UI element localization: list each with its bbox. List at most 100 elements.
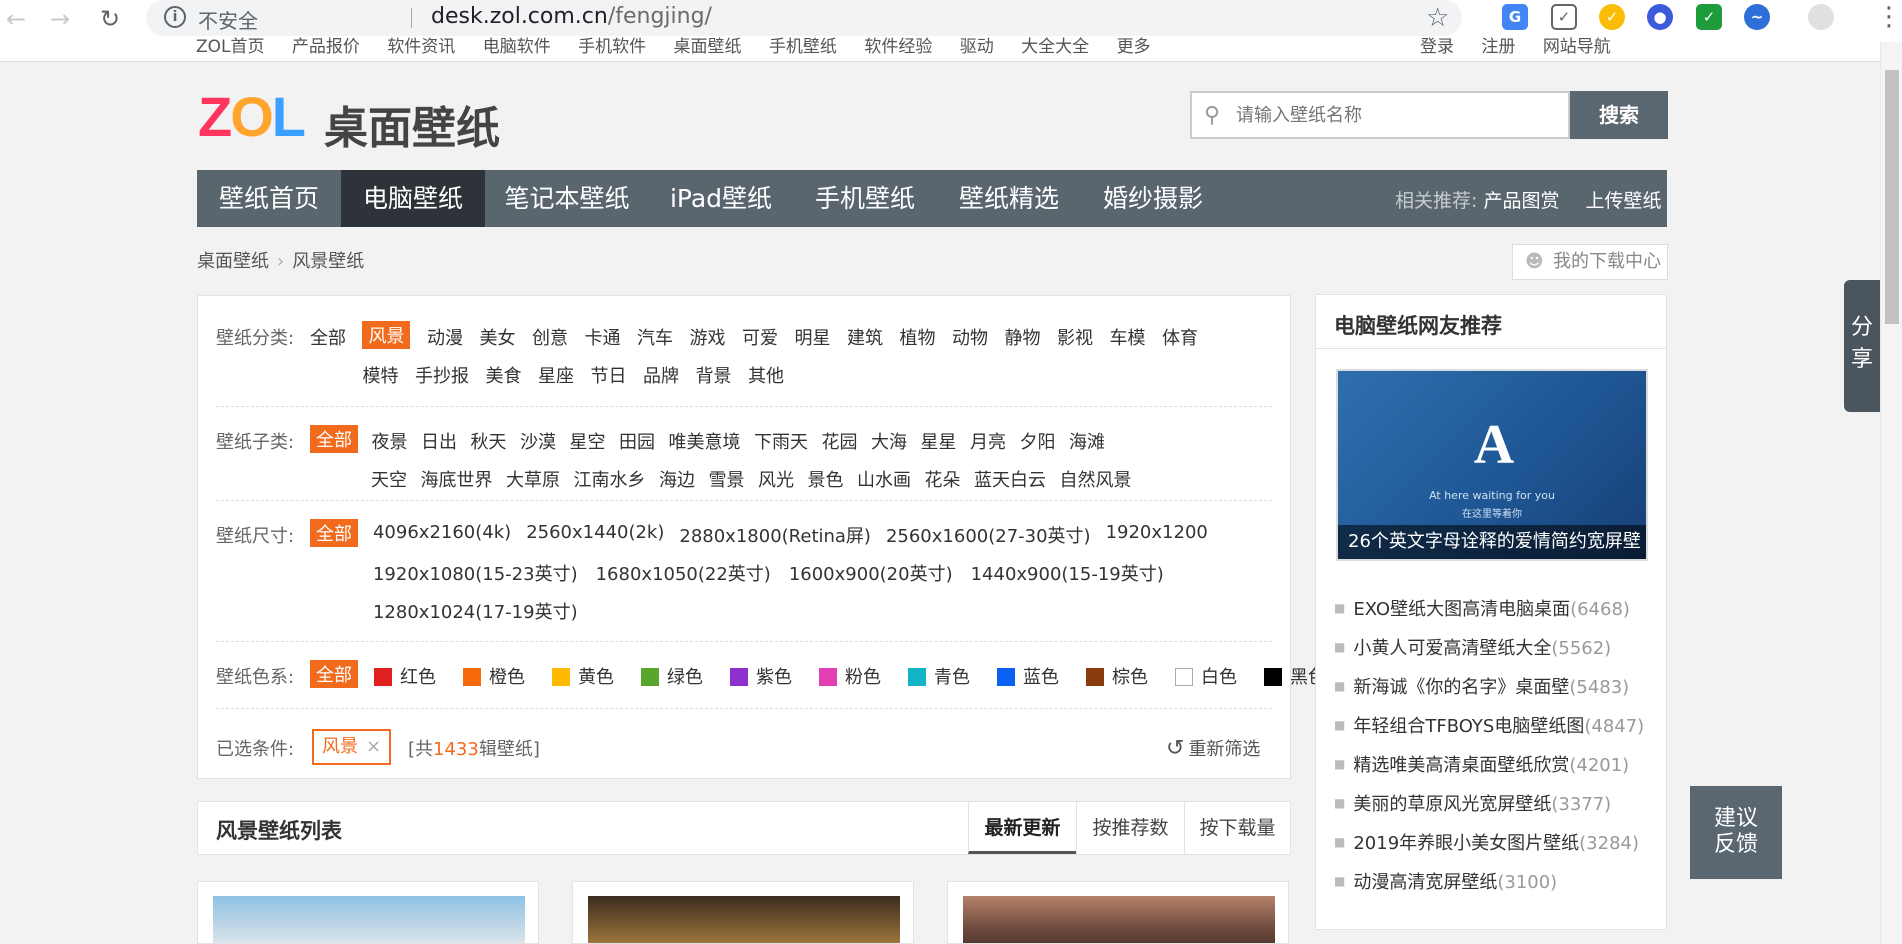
subcategory-option[interactable]: 风光 — [758, 466, 794, 492]
nav-item-ipad[interactable]: iPad壁纸 — [649, 170, 793, 227]
list-item[interactable]: ■ 新海诚《你的名字》桌面壁(5483) — [1334, 673, 1654, 712]
subcategory-option[interactable]: 下雨天 — [754, 428, 808, 454]
close-icon[interactable]: × — [366, 736, 381, 757]
size-option[interactable]: 1280x1024(17-19英寸) — [373, 598, 578, 624]
menu-kebab-icon[interactable]: ⋮ — [1876, 2, 1902, 32]
color-option[interactable]: 黄色 — [551, 663, 614, 689]
subcategory-option[interactable]: 山水画 — [857, 466, 911, 492]
url-text[interactable]: desk.zol.com.cn/fengjing/ — [431, 4, 712, 29]
toplink[interactable]: 软件资讯 — [387, 37, 455, 57]
download-center-button[interactable]: ☻ 我的下载中心 — [1512, 244, 1668, 280]
list-item[interactable]: ■ 2019年养眼小美女图片壁纸(3284) — [1334, 829, 1654, 868]
subcategory-option[interactable]: 大海 — [871, 428, 907, 454]
nav-item-featured[interactable]: 壁纸精选 — [937, 170, 1081, 227]
category-option[interactable]: 模特 — [362, 362, 398, 388]
subcategory-option[interactable]: 自然风景 — [1059, 466, 1131, 492]
wallpaper-card[interactable] — [197, 881, 539, 944]
category-option[interactable]: 车模 — [1109, 324, 1145, 350]
subcategory-option[interactable]: 蓝天白云 — [974, 466, 1046, 492]
subcategory-option[interactable]: 夕阳 — [1019, 428, 1055, 454]
featured-wallpaper[interactable]: A At here waiting for you 在这里等着你 26个英文字母… — [1336, 369, 1648, 561]
color-option-all[interactable]: 全部 — [310, 660, 358, 688]
category-option[interactable]: 建筑 — [847, 324, 883, 350]
nav-item-pc[interactable]: 电脑壁纸 — [341, 170, 485, 227]
subcategory-option[interactable]: 唯美意境 — [668, 428, 740, 454]
list-item[interactable]: ■ 精选唯美高清桌面壁纸欣赏(4201) — [1334, 751, 1654, 790]
tab-recommend[interactable]: 按推荐数 — [1076, 802, 1184, 854]
category-option[interactable]: 体育 — [1162, 324, 1198, 350]
back-arrow-icon[interactable]: ← — [6, 5, 26, 33]
toplink[interactable]: 手机软件 — [578, 37, 646, 57]
category-option[interactable]: 可爱 — [742, 324, 778, 350]
subcategory-option[interactable]: 花朵 — [924, 466, 960, 492]
browser-extension-icon[interactable]: ● — [1647, 4, 1673, 30]
category-option[interactable]: 风景 — [362, 321, 411, 349]
list-item[interactable]: ■ 美丽的草原风光宽屏壁纸(3377) — [1334, 790, 1654, 829]
color-option[interactable]: 紫色 — [729, 663, 792, 689]
page-scrollbar[interactable] — [1880, 42, 1902, 944]
list-item[interactable]: ■ 动漫高清宽屏壁纸(3100) — [1334, 868, 1654, 907]
category-option[interactable]: 汽车 — [637, 324, 673, 350]
subcategory-option[interactable]: 星空 — [569, 428, 605, 454]
scrollbar-thumb[interactable] — [1885, 70, 1899, 324]
size-option[interactable]: 1920x1080(15-23英寸) — [373, 560, 578, 586]
selected-chip[interactable]: 风景 × — [312, 729, 392, 765]
profile-avatar[interactable] — [1808, 4, 1834, 30]
category-option[interactable]: 背景 — [695, 362, 731, 388]
nav-item-wedding[interactable]: 婚纱摄影 — [1081, 170, 1225, 227]
color-option[interactable]: 棕色 — [1085, 663, 1148, 689]
toplink[interactable]: 产品报价 — [292, 37, 360, 57]
site-nav-link[interactable]: 网站导航 — [1543, 37, 1611, 57]
related-link[interactable]: 产品图赏 — [1483, 190, 1559, 212]
category-option[interactable]: 品牌 — [643, 362, 679, 388]
size-option[interactable]: 全部 — [310, 519, 358, 547]
color-option[interactable]: 绿色 — [640, 663, 703, 689]
subcategory-option[interactable]: 沙漠 — [520, 428, 556, 454]
color-option[interactable]: 橙色 — [462, 663, 525, 689]
category-option[interactable]: 动物 — [952, 324, 988, 350]
upload-link[interactable]: 上传壁纸 — [1586, 190, 1662, 212]
breadcrumb-current[interactable]: 风景壁纸 — [292, 251, 364, 272]
share-tab[interactable]: 分享 — [1844, 280, 1880, 412]
wave-extension-icon[interactable]: ~ — [1744, 4, 1770, 30]
category-option[interactable]: 静物 — [1004, 324, 1040, 350]
info-icon[interactable]: i — [164, 6, 186, 28]
wallpaper-thumbnail[interactable] — [963, 896, 1275, 943]
reset-filter-button[interactable]: ↺ 重新筛选 — [1166, 735, 1260, 761]
list-item[interactable]: ■ EXO壁纸大图高清电脑桌面(6468) — [1334, 595, 1654, 634]
featured-caption[interactable]: 26个英文字母诠释的爱情简约宽屏壁 — [1338, 525, 1646, 559]
wallpaper-card[interactable] — [572, 881, 914, 944]
subcategory-option[interactable]: 星星 — [920, 428, 956, 454]
category-option[interactable]: 明星 — [794, 324, 830, 350]
color-option[interactable]: 白色 — [1174, 663, 1237, 689]
size-option[interactable]: 1600x900(20英寸) — [789, 560, 953, 586]
subcategory-option[interactable]: 日出 — [421, 428, 457, 454]
size-option[interactable]: 2560x1440(2k) — [526, 522, 664, 543]
subcategory-option[interactable]: 月亮 — [970, 428, 1006, 454]
subcategory-option[interactable]: 海边 — [659, 466, 695, 492]
toplink[interactable]: ZOL首页 — [196, 37, 265, 57]
size-option[interactable]: 1440x900(15-19英寸) — [971, 560, 1164, 586]
category-option[interactable]: 其他 — [748, 362, 784, 388]
subcategory-option[interactable]: 大草原 — [506, 466, 560, 492]
category-option[interactable]: 影视 — [1057, 324, 1093, 350]
color-option[interactable]: 粉色 — [818, 663, 881, 689]
search-input[interactable] — [1236, 101, 1556, 129]
size-option[interactable]: 2560x1600(27-30英寸) — [886, 522, 1091, 548]
shield-extension-icon[interactable]: ✓ — [1696, 4, 1722, 30]
category-option[interactable]: 美食 — [485, 362, 521, 388]
bookmark-star-icon[interactable]: ☆ — [1426, 3, 1449, 33]
category-option[interactable]: 植物 — [899, 324, 935, 350]
subcategory-option[interactable]: 江南水乡 — [573, 466, 645, 492]
site-logo[interactable]: ZOL 桌面壁纸 — [198, 85, 528, 154]
checker-extension-icon[interactable]: ✓ — [1599, 4, 1625, 30]
pocket-extension-icon[interactable]: ✓ — [1551, 4, 1577, 30]
category-option[interactable]: 创意 — [532, 324, 568, 350]
subcategory-option[interactable]: 全部 — [310, 425, 358, 453]
subcategory-option[interactable]: 秋天 — [470, 428, 506, 454]
nav-item-home[interactable]: 壁纸首页 — [197, 170, 341, 227]
category-option[interactable]: 全部 — [310, 324, 346, 350]
category-option[interactable]: 卡通 — [584, 324, 620, 350]
category-option[interactable]: 美女 — [479, 324, 515, 350]
subcategory-option[interactable]: 雪景 — [708, 466, 744, 492]
